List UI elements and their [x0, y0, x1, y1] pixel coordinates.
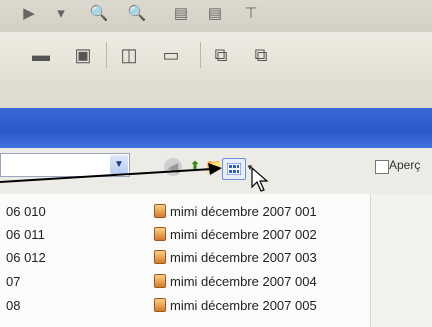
mouse-cursor-icon [251, 167, 269, 192]
annotation-arrow [0, 163, 222, 183]
